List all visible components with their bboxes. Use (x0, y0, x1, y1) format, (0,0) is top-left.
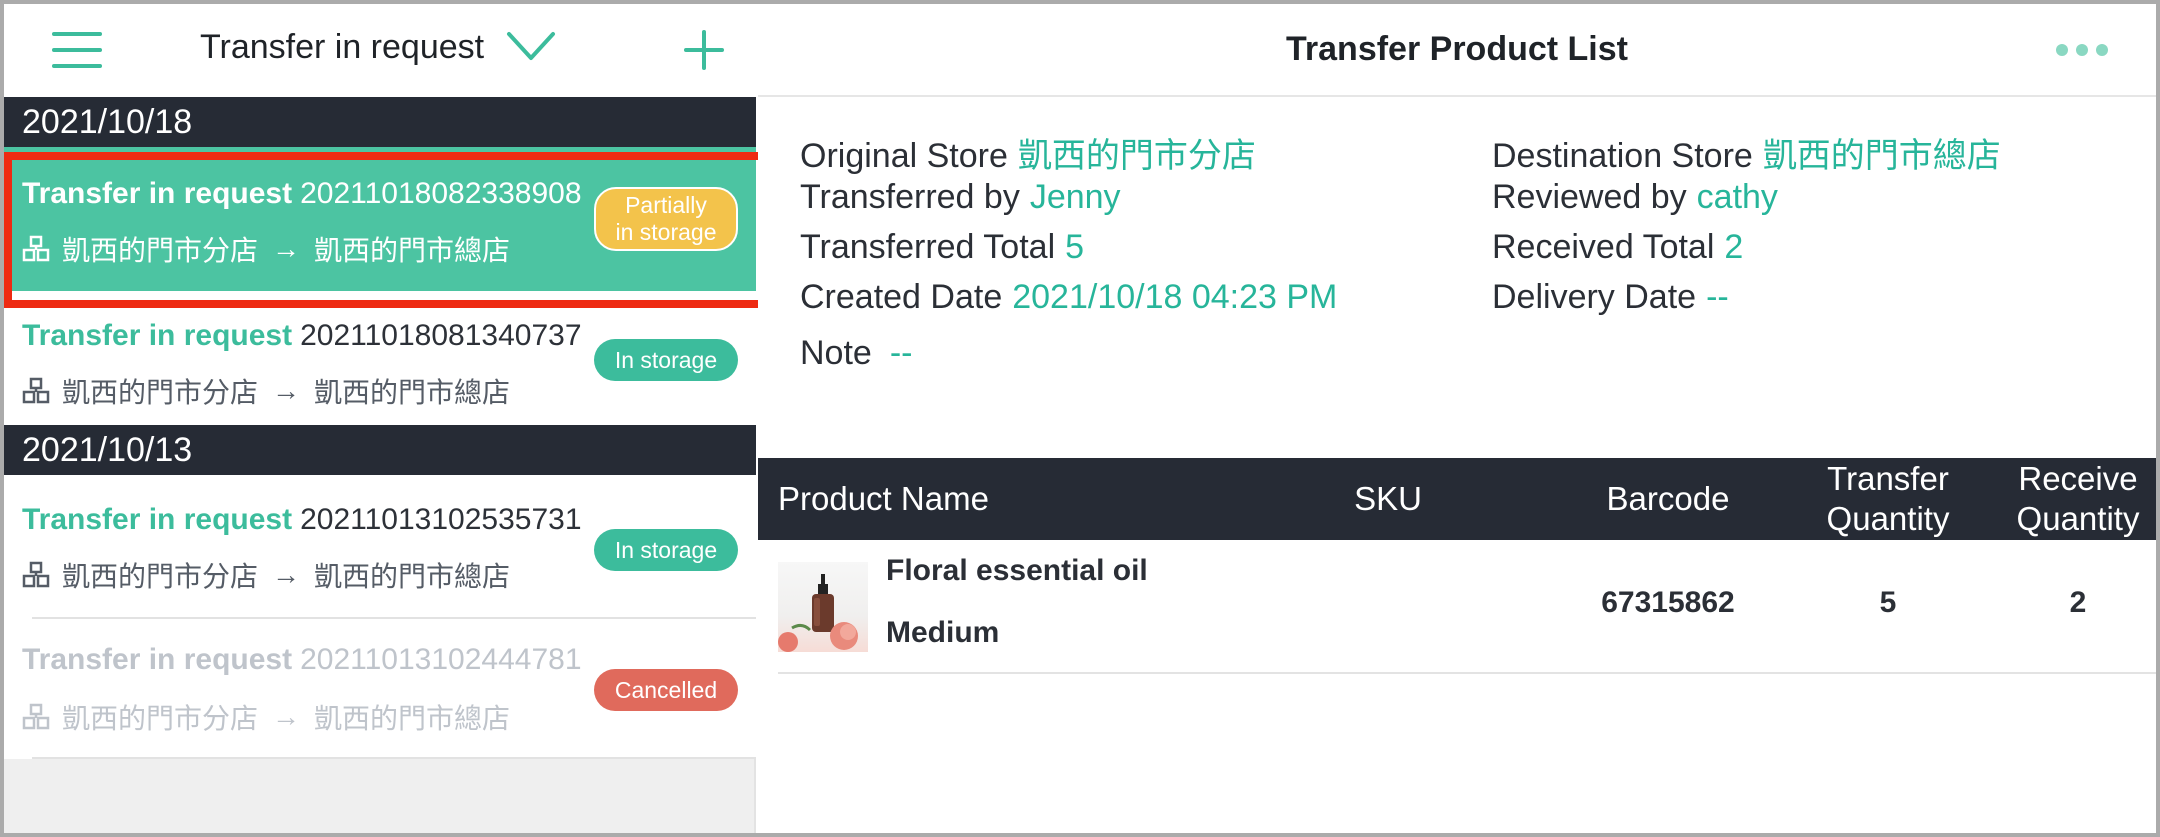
transfer-type: Transfer in request (22, 643, 293, 676)
page-title: Transfer Product List (1286, 30, 1628, 68)
col-sku: SKU (1354, 480, 1422, 518)
transfer-type: Transfer in request (22, 319, 293, 352)
status-badge: In storage (594, 339, 738, 381)
from-store: 凱西的門市分店 (62, 235, 259, 266)
more-options-icon[interactable] (2056, 44, 2108, 56)
created-date-field: Created Date 2021/10/18 04:23 PM (800, 278, 1338, 316)
store-icon (22, 703, 50, 730)
transfer-quantity: 5 (1879, 586, 1897, 619)
received-total-field: Received Total 2 (1492, 228, 1744, 266)
store-icon (22, 235, 50, 262)
detail-panel: Transfer Product List Original Store 凱西的門… (758, 4, 2156, 833)
transfer-number: 20211013102535731 (300, 503, 582, 536)
transferred-total-field: Transferred Total 5 (800, 228, 1085, 266)
product-name: Floral essential oil (886, 554, 1148, 587)
menu-icon[interactable] (52, 32, 102, 70)
note-field: Note -- (800, 334, 913, 372)
app-frame: Transfer in request 2021/10/18 Transfer … (4, 4, 2156, 833)
receive-quantity: 2 (2069, 586, 2087, 619)
arrow-right-icon: → (272, 559, 301, 590)
to-store: 凱西的門市總店 (314, 703, 511, 734)
product-variant: Medium (886, 616, 1000, 649)
status-badge: Cancelled (594, 669, 738, 711)
original-store-field: Original Store 凱西的門市分店 (800, 137, 1256, 175)
from-store: 凱西的門市分店 (62, 377, 259, 408)
transfer-number: 20211013102444781 (300, 643, 582, 676)
transfer-type: Transfer in request (22, 503, 293, 536)
date-group-header: 2021/10/13 (4, 425, 756, 475)
transfer-list-panel: Transfer in request 2021/10/18 Transfer … (4, 4, 756, 833)
col-transfer-quantity: Transfer Quantity (1826, 460, 1950, 537)
list-item[interactable]: Transfer in request 20211013102535731 凱西的… (4, 475, 756, 619)
transfer-number: 20211018082338908 (300, 177, 582, 210)
list-item[interactable]: Transfer in request 20211018082338908 凱西的… (4, 147, 756, 291)
essential-oil-bottle-icon (778, 574, 858, 652)
from-store: 凱西的門市分店 (62, 703, 259, 734)
list-item[interactable]: Transfer in request 20211018081340737 凱西的… (4, 291, 756, 425)
transferred-by-field: Transferred by Jenny (800, 178, 1121, 216)
divider (32, 757, 756, 759)
destination-store-field: Destination Store 凱西的門市總店 (1492, 137, 2001, 175)
to-store: 凱西的門市總店 (314, 235, 511, 266)
table-row[interactable]: Floral essential oil Medium 67315862 5 2 (778, 540, 2156, 674)
col-receive-quantity: Receive Quantity (2016, 460, 2140, 537)
list-header: Transfer in request (4, 4, 756, 97)
add-icon[interactable] (684, 30, 724, 70)
from-store: 凱西的門市分店 (62, 561, 259, 592)
delivery-date-field: Delivery Date -- (1492, 278, 1729, 316)
status-badge: Partially in storage (594, 187, 738, 251)
product-thumbnail (778, 562, 868, 652)
date-group-header: 2021/10/18 (4, 97, 756, 147)
to-store: 凱西的門市總店 (314, 377, 511, 408)
store-icon (22, 561, 50, 588)
store-icon (22, 377, 50, 404)
list-filter-title[interactable]: Transfer in request (200, 28, 484, 67)
arrow-right-icon: → (272, 375, 301, 406)
transfer-number: 20211018081340737 (300, 319, 582, 352)
col-product-name: Product Name (778, 480, 989, 518)
arrow-right-icon: → (272, 233, 301, 264)
chevron-down-icon[interactable] (506, 28, 556, 64)
arrow-right-icon: → (272, 701, 301, 732)
reviewed-by-field: Reviewed by cathy (1492, 178, 1778, 216)
status-badge: In storage (594, 529, 738, 571)
col-barcode: Barcode (1606, 480, 1730, 518)
transfer-type: Transfer in request (22, 177, 293, 210)
detail-header: Transfer Product List (758, 4, 2156, 97)
product-table-header: Product Name SKU Barcode Transfer Quanti… (758, 458, 2156, 540)
list-item[interactable]: Transfer in request 20211013102444781 凱西的… (4, 619, 756, 759)
product-barcode: 67315862 (1601, 586, 1735, 619)
to-store: 凱西的門市總店 (314, 561, 511, 592)
